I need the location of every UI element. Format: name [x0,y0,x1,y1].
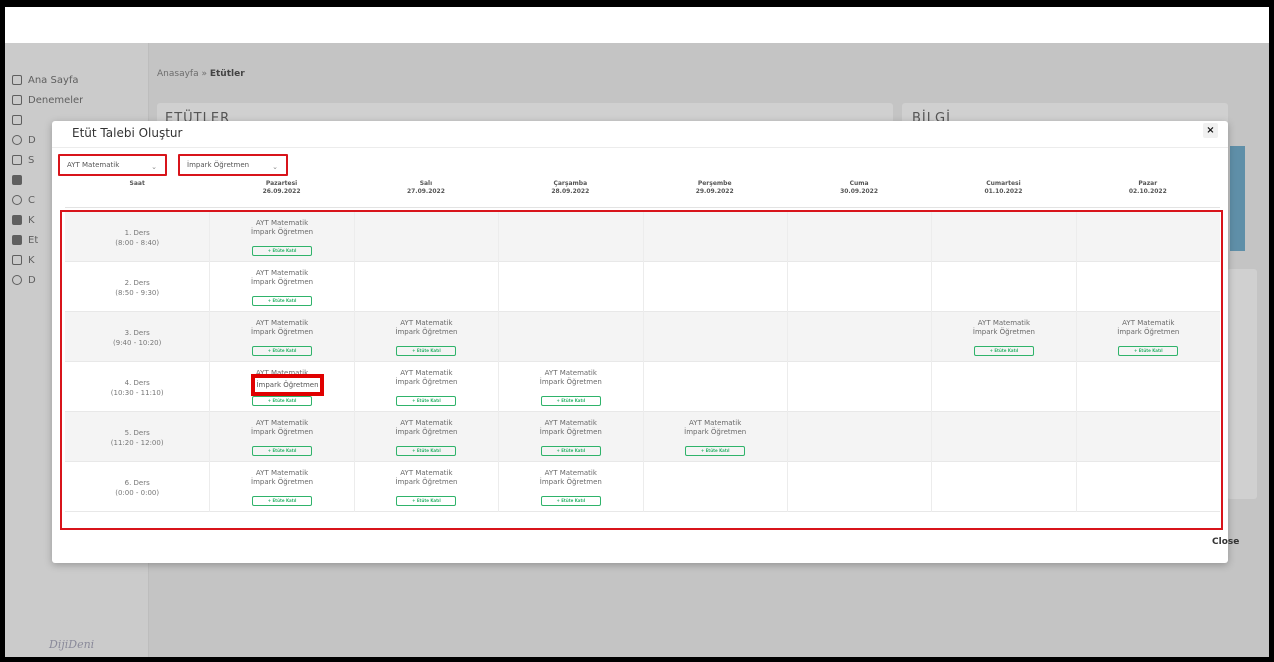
sidebar-item[interactable]: D [12,271,36,289]
day-date: 02.10.2022 [1128,188,1167,195]
sidebar-item[interactable]: K [12,211,35,229]
day-name: Çarşamba [553,180,588,187]
schedule-highlight-box [60,210,1223,530]
day-name: Cuma [849,180,869,187]
column-header-day: Pazar 02.10.2022 [1076,177,1220,195]
sidebar-item-label: S [28,154,35,166]
cursor-mark-icon [629,1,639,7]
sidebar-item-label: K [28,214,35,226]
sidebar-item[interactable]: Et [12,231,38,249]
sidebar-item[interactable]: Ana Sayfa [12,71,79,89]
breadcrumb-current: Etütler [209,69,245,79]
sidebar-item-label: Denemeler [28,94,84,106]
sidebar-item[interactable]: C [12,191,35,209]
checkbox-icon [12,155,22,165]
day-name: Pazar [1138,180,1158,187]
create-study-request-modal: Etüt Talebi Oluştur × AYT Matematik ⌄ İm… [52,121,1239,563]
sidebar-item-label: K [28,254,35,266]
day-date: 01.10.2022 [984,188,1023,195]
sidebar-item[interactable] [12,111,28,129]
schedule-header-divider [65,207,1220,208]
sidebar-item[interactable]: Denemeler [12,91,83,109]
home-icon [12,75,22,85]
column-header-day: Cuma 30.09.2022 [787,177,931,195]
breadcrumb-home[interactable]: Anasayfa [157,69,199,79]
highlighted-teacher-label[interactable]: İmpark Öğretmen [251,374,324,396]
teacher-select[interactable]: İmpark Öğretmen ⌄ [178,154,288,176]
folder-icon [12,255,22,265]
modal-header-divider [52,147,1228,148]
column-header-day: Cumartesi 01.10.2022 [931,177,1075,195]
day-name: Cumartesi [986,180,1021,187]
clock-icon [12,135,22,145]
book-icon [12,215,22,225]
side-panel-lower [1227,269,1257,499]
top-bar [5,7,1269,43]
sidebar-item-label: Et [28,234,39,246]
day-date: 26.09.2022 [262,188,301,195]
calendar-icon [12,115,22,125]
day-date: 30.09.2022 [840,188,879,195]
subject-select[interactable]: AYT Matematik ⌄ [58,154,167,176]
column-header-day: Çarşamba 28.09.2022 [498,177,642,195]
database-icon [12,175,22,185]
chevron-down-icon: ⌄ [272,163,278,171]
day-name: Perşembe [697,180,732,187]
sidebar-item-label: D [28,134,36,146]
day-date: 27.09.2022 [406,188,445,195]
brand-logo: DijiDeni [49,638,95,651]
info-block [1230,146,1245,251]
bulb-icon [12,195,22,205]
day-name: Salı [419,180,433,187]
globe-icon [12,275,22,285]
day-date: 29.09.2022 [695,188,734,195]
teacher-select-value: İmpark Öğretmen [187,161,250,169]
column-header-saat: Saat [65,177,209,187]
chevron-down-icon: ⌄ [151,163,157,171]
sidebar-item-label: C [28,194,35,206]
close-button[interactable]: Close [1212,537,1239,547]
day-name: Pazartesi [265,180,298,187]
schedule-header: Saat Pazartesi 26.09.2022 Salı 27.09.2022 Çar… [65,177,1220,207]
column-header-label: Saat [129,180,145,187]
screenshot-frame: Ana Sayfa Denemeler D S C K Et K D DijiDeni Anas… [0,0,1274,662]
square-icon [12,235,22,245]
sidebar-item-label: D [28,274,36,286]
sidebar-item-label: Ana Sayfa [28,74,79,86]
sidebar-item[interactable]: S [12,151,34,169]
modal-close-icon[interactable]: × [1203,123,1218,138]
breadcrumb-separator: » [201,69,207,79]
breadcrumb: Anasayfa » Etütler [157,69,245,79]
column-header-day: Perşembe 29.09.2022 [643,177,787,195]
day-date: 28.09.2022 [551,188,590,195]
sidebar-item[interactable]: D [12,131,36,149]
sidebar-item[interactable] [12,171,28,189]
modal-title: Etüt Talebi Oluştur [72,126,183,140]
subject-select-value: AYT Matematik [67,161,120,169]
column-header-day: Pazartesi 26.09.2022 [209,177,353,195]
sidebar-item[interactable]: K [12,251,35,269]
list-icon [12,95,22,105]
column-header-day: Salı 27.09.2022 [354,177,498,195]
